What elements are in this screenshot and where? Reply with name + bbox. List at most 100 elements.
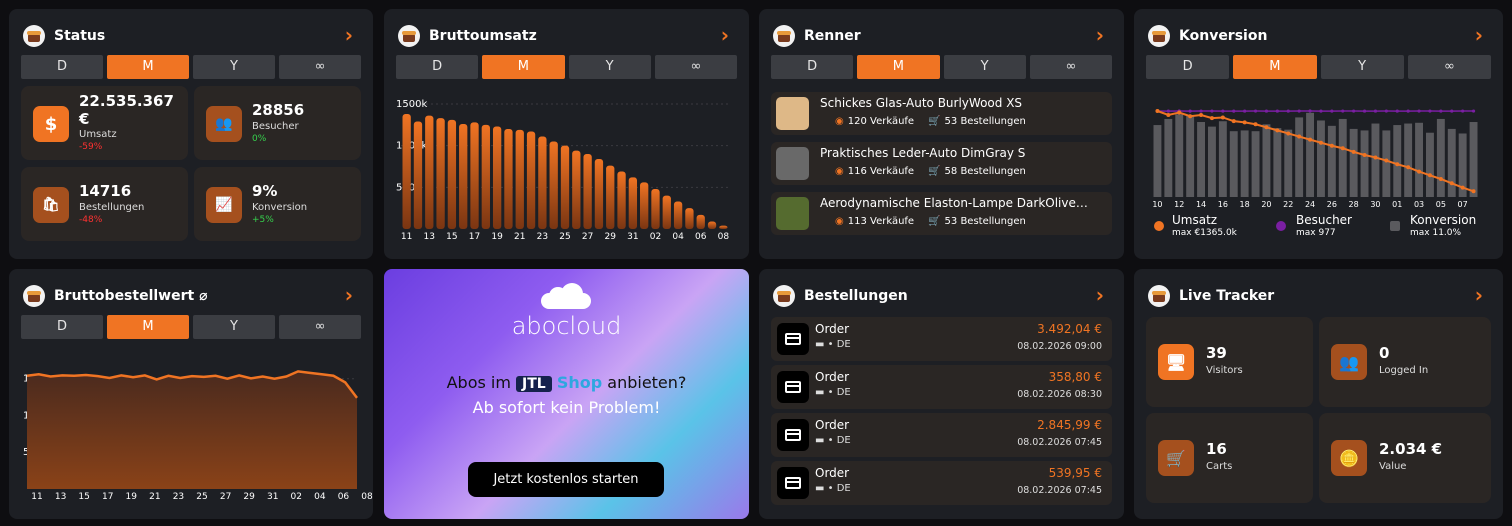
order-row[interactable]: Order ▬ • DE 2.845,99 € 08.02.2026 07:45 bbox=[771, 413, 1112, 457]
legend-besucher: Besucher bbox=[1296, 213, 1352, 227]
bar bbox=[1251, 131, 1260, 197]
period-year[interactable]: Y bbox=[568, 55, 651, 79]
chevron-right-icon[interactable]: › bbox=[345, 24, 353, 46]
x-tick-label: 26 bbox=[1327, 200, 1337, 209]
x-tick-label: 14 bbox=[1196, 200, 1206, 209]
period-all[interactable]: ∞ bbox=[1029, 55, 1112, 79]
live-tracker-header: Live Tracker › bbox=[1148, 283, 1489, 309]
live-tile-visitors[interactable]: 🖥 39 Visitors bbox=[1146, 317, 1313, 407]
abocloud-promo-banner[interactable]: abocloud Abos im JTL Shop anbieten? Ab s… bbox=[384, 269, 749, 519]
x-tick-label: 25 bbox=[559, 232, 570, 242]
order-row[interactable]: Order ▬ • DE 3.492,04 € 08.02.2026 09:00 bbox=[771, 317, 1112, 361]
product-name: Praktisches Leder-Auto DimGray S bbox=[820, 146, 1026, 160]
card-title: Status bbox=[54, 28, 106, 44]
period-all[interactable]: ∞ bbox=[279, 55, 361, 79]
jtl-logo: JTL bbox=[516, 376, 552, 392]
live-tile-logged-in[interactable]: 👥 0 Logged In bbox=[1319, 317, 1491, 407]
period-month[interactable]: M bbox=[1233, 55, 1317, 79]
bar bbox=[1415, 122, 1423, 197]
order-row[interactable]: Order ▬ • DE 358,80 € 08.02.2026 08:30 bbox=[771, 365, 1112, 409]
live-label: Carts bbox=[1206, 461, 1233, 472]
x-tick-label: 21 bbox=[514, 232, 525, 242]
point-umsatz bbox=[1209, 116, 1214, 121]
users-icon: 👥 bbox=[206, 106, 242, 142]
period-month[interactable]: M bbox=[107, 315, 189, 339]
order-row[interactable]: Order ▬ • DE 539,95 € 08.02.2026 07:45 bbox=[771, 461, 1112, 505]
chevron-right-icon[interactable]: › bbox=[1475, 24, 1483, 46]
point-besucher bbox=[1450, 109, 1454, 113]
period-all[interactable]: ∞ bbox=[1407, 55, 1491, 79]
point-umsatz bbox=[1220, 115, 1225, 120]
chevron-right-icon[interactable]: › bbox=[345, 284, 353, 306]
period-all[interactable]: ∞ bbox=[279, 315, 361, 339]
order-name: Order bbox=[815, 466, 850, 480]
point-umsatz bbox=[1406, 165, 1411, 170]
live-tile-carts[interactable]: 🛒 16 Carts bbox=[1146, 413, 1313, 503]
bar bbox=[1436, 118, 1445, 197]
period-year[interactable]: Y bbox=[943, 55, 1026, 79]
cart-icon: 🛒 bbox=[928, 116, 941, 127]
period-selector: D M Y ∞ bbox=[21, 315, 361, 339]
x-tick-label: 16 bbox=[1218, 200, 1228, 209]
bar bbox=[707, 221, 717, 229]
bar bbox=[1164, 118, 1173, 197]
x-tick-label: 04 bbox=[314, 492, 326, 502]
conversion-icon: 📈 bbox=[206, 187, 242, 223]
period-all[interactable]: ∞ bbox=[654, 55, 737, 79]
x-tick-label: 15 bbox=[78, 492, 89, 502]
product-orders: 53 Bestellungen bbox=[944, 116, 1026, 127]
period-day[interactable]: D bbox=[396, 55, 479, 79]
shop-logo-icon bbox=[398, 25, 420, 47]
period-month[interactable]: M bbox=[482, 55, 565, 79]
bar bbox=[572, 150, 581, 229]
renner-card: Renner › D M Y ∞ Schickes Glas-Auto Burl… bbox=[759, 9, 1124, 259]
period-day[interactable]: D bbox=[21, 315, 103, 339]
chevron-right-icon[interactable]: › bbox=[1475, 284, 1483, 306]
period-selector: D M Y ∞ bbox=[21, 55, 361, 79]
live-tile-value[interactable]: 🪙 2.034 € Value bbox=[1319, 413, 1491, 503]
screen-icon: 🖥 bbox=[1158, 344, 1194, 380]
bar bbox=[583, 154, 592, 229]
period-month[interactable]: M bbox=[857, 55, 940, 79]
live-tracker-card: Live Tracker › 🖥 39 Visitors 👥 0 Logged … bbox=[1134, 269, 1503, 519]
kpi-tile-bestellungen[interactable]: 🛍 14716 Bestellungen -48% bbox=[21, 167, 188, 241]
x-tick-label: 21 bbox=[149, 492, 160, 502]
product-item[interactable]: Aerodynamische Elaston-Lampe DarkOlive… … bbox=[771, 192, 1112, 235]
period-year[interactable]: Y bbox=[193, 315, 275, 339]
bar bbox=[1208, 126, 1216, 197]
period-day[interactable]: D bbox=[21, 55, 103, 79]
period-day[interactable]: D bbox=[771, 55, 854, 79]
bar bbox=[560, 145, 570, 229]
chevron-right-icon[interactable]: › bbox=[1096, 24, 1104, 46]
shop-logo-icon bbox=[773, 25, 795, 47]
product-item[interactable]: Schickes Glas-Auto BurlyWood XS ◉ 120 Ver… bbox=[771, 92, 1112, 135]
bar bbox=[1382, 130, 1391, 197]
point-besucher bbox=[1406, 109, 1410, 113]
kpi-tile-konversion[interactable]: 📈 9% Konversion +5% bbox=[194, 167, 361, 241]
shop-logo-icon bbox=[1148, 25, 1170, 47]
product-sales: 120 Verkäufe bbox=[847, 116, 915, 127]
legend-konversion-dot bbox=[1390, 221, 1400, 231]
period-year[interactable]: Y bbox=[193, 55, 275, 79]
status-card: Status › D M Y ∞ $ 22.535.367 € Umsatz -5… bbox=[9, 9, 373, 259]
point-umsatz bbox=[1417, 169, 1422, 174]
x-tick-label: 12 bbox=[1174, 200, 1184, 209]
chevron-right-icon[interactable]: › bbox=[1096, 284, 1104, 306]
x-tick-label: 13 bbox=[424, 232, 435, 242]
bruttobestellwert-card: Bruttobestellwert ⌀ › D M Y ∞ 5001.0k1.5… bbox=[9, 269, 373, 519]
bar bbox=[1317, 120, 1325, 197]
period-year[interactable]: Y bbox=[1320, 55, 1404, 79]
period-day[interactable]: D bbox=[1146, 55, 1230, 79]
bar bbox=[425, 115, 434, 229]
chevron-right-icon[interactable]: › bbox=[721, 24, 729, 46]
payment-icon: ▬ bbox=[815, 387, 825, 398]
legend-umsatz-max: max €1365.0k bbox=[1172, 228, 1237, 238]
product-item[interactable]: Praktisches Leder-Auto DimGray S ◉ 116 Ve… bbox=[771, 142, 1112, 185]
point-umsatz bbox=[1427, 173, 1432, 178]
x-tick-label: 23 bbox=[537, 232, 548, 242]
x-tick-label: 05 bbox=[1436, 200, 1446, 209]
start-free-button[interactable]: Jetzt kostenlos starten bbox=[468, 462, 664, 497]
period-month[interactable]: M bbox=[107, 55, 189, 79]
kpi-tile-umsatz[interactable]: $ 22.535.367 € Umsatz -59% bbox=[21, 86, 188, 160]
kpi-tile-besucher[interactable]: 👥 28856 Besucher 0% bbox=[194, 86, 361, 160]
